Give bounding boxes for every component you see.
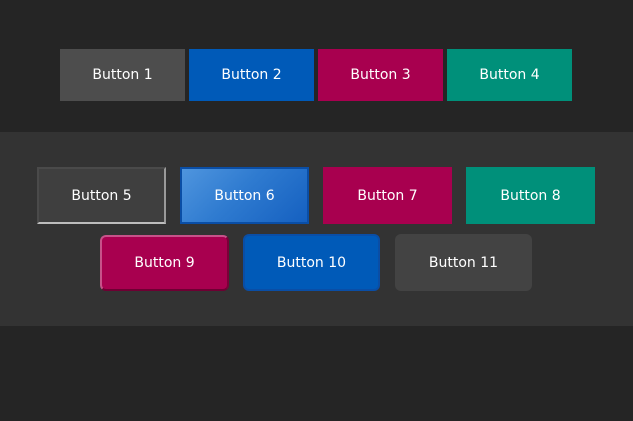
- button-7[interactable]: Button 7: [323, 167, 452, 224]
- button-11[interactable]: Button 11: [395, 234, 532, 291]
- button-1[interactable]: Button 1: [60, 49, 185, 101]
- button-4[interactable]: Button 4: [447, 49, 572, 101]
- button-8[interactable]: Button 8: [466, 167, 595, 224]
- button-9[interactable]: Button 9: [100, 235, 229, 291]
- button-10[interactable]: Button 10: [243, 234, 380, 291]
- button-5[interactable]: Button 5: [37, 167, 166, 224]
- button-panel: [0, 132, 633, 326]
- button-6[interactable]: Button 6: [180, 167, 309, 224]
- button-3[interactable]: Button 3: [318, 49, 443, 101]
- button-2[interactable]: Button 2: [189, 49, 314, 101]
